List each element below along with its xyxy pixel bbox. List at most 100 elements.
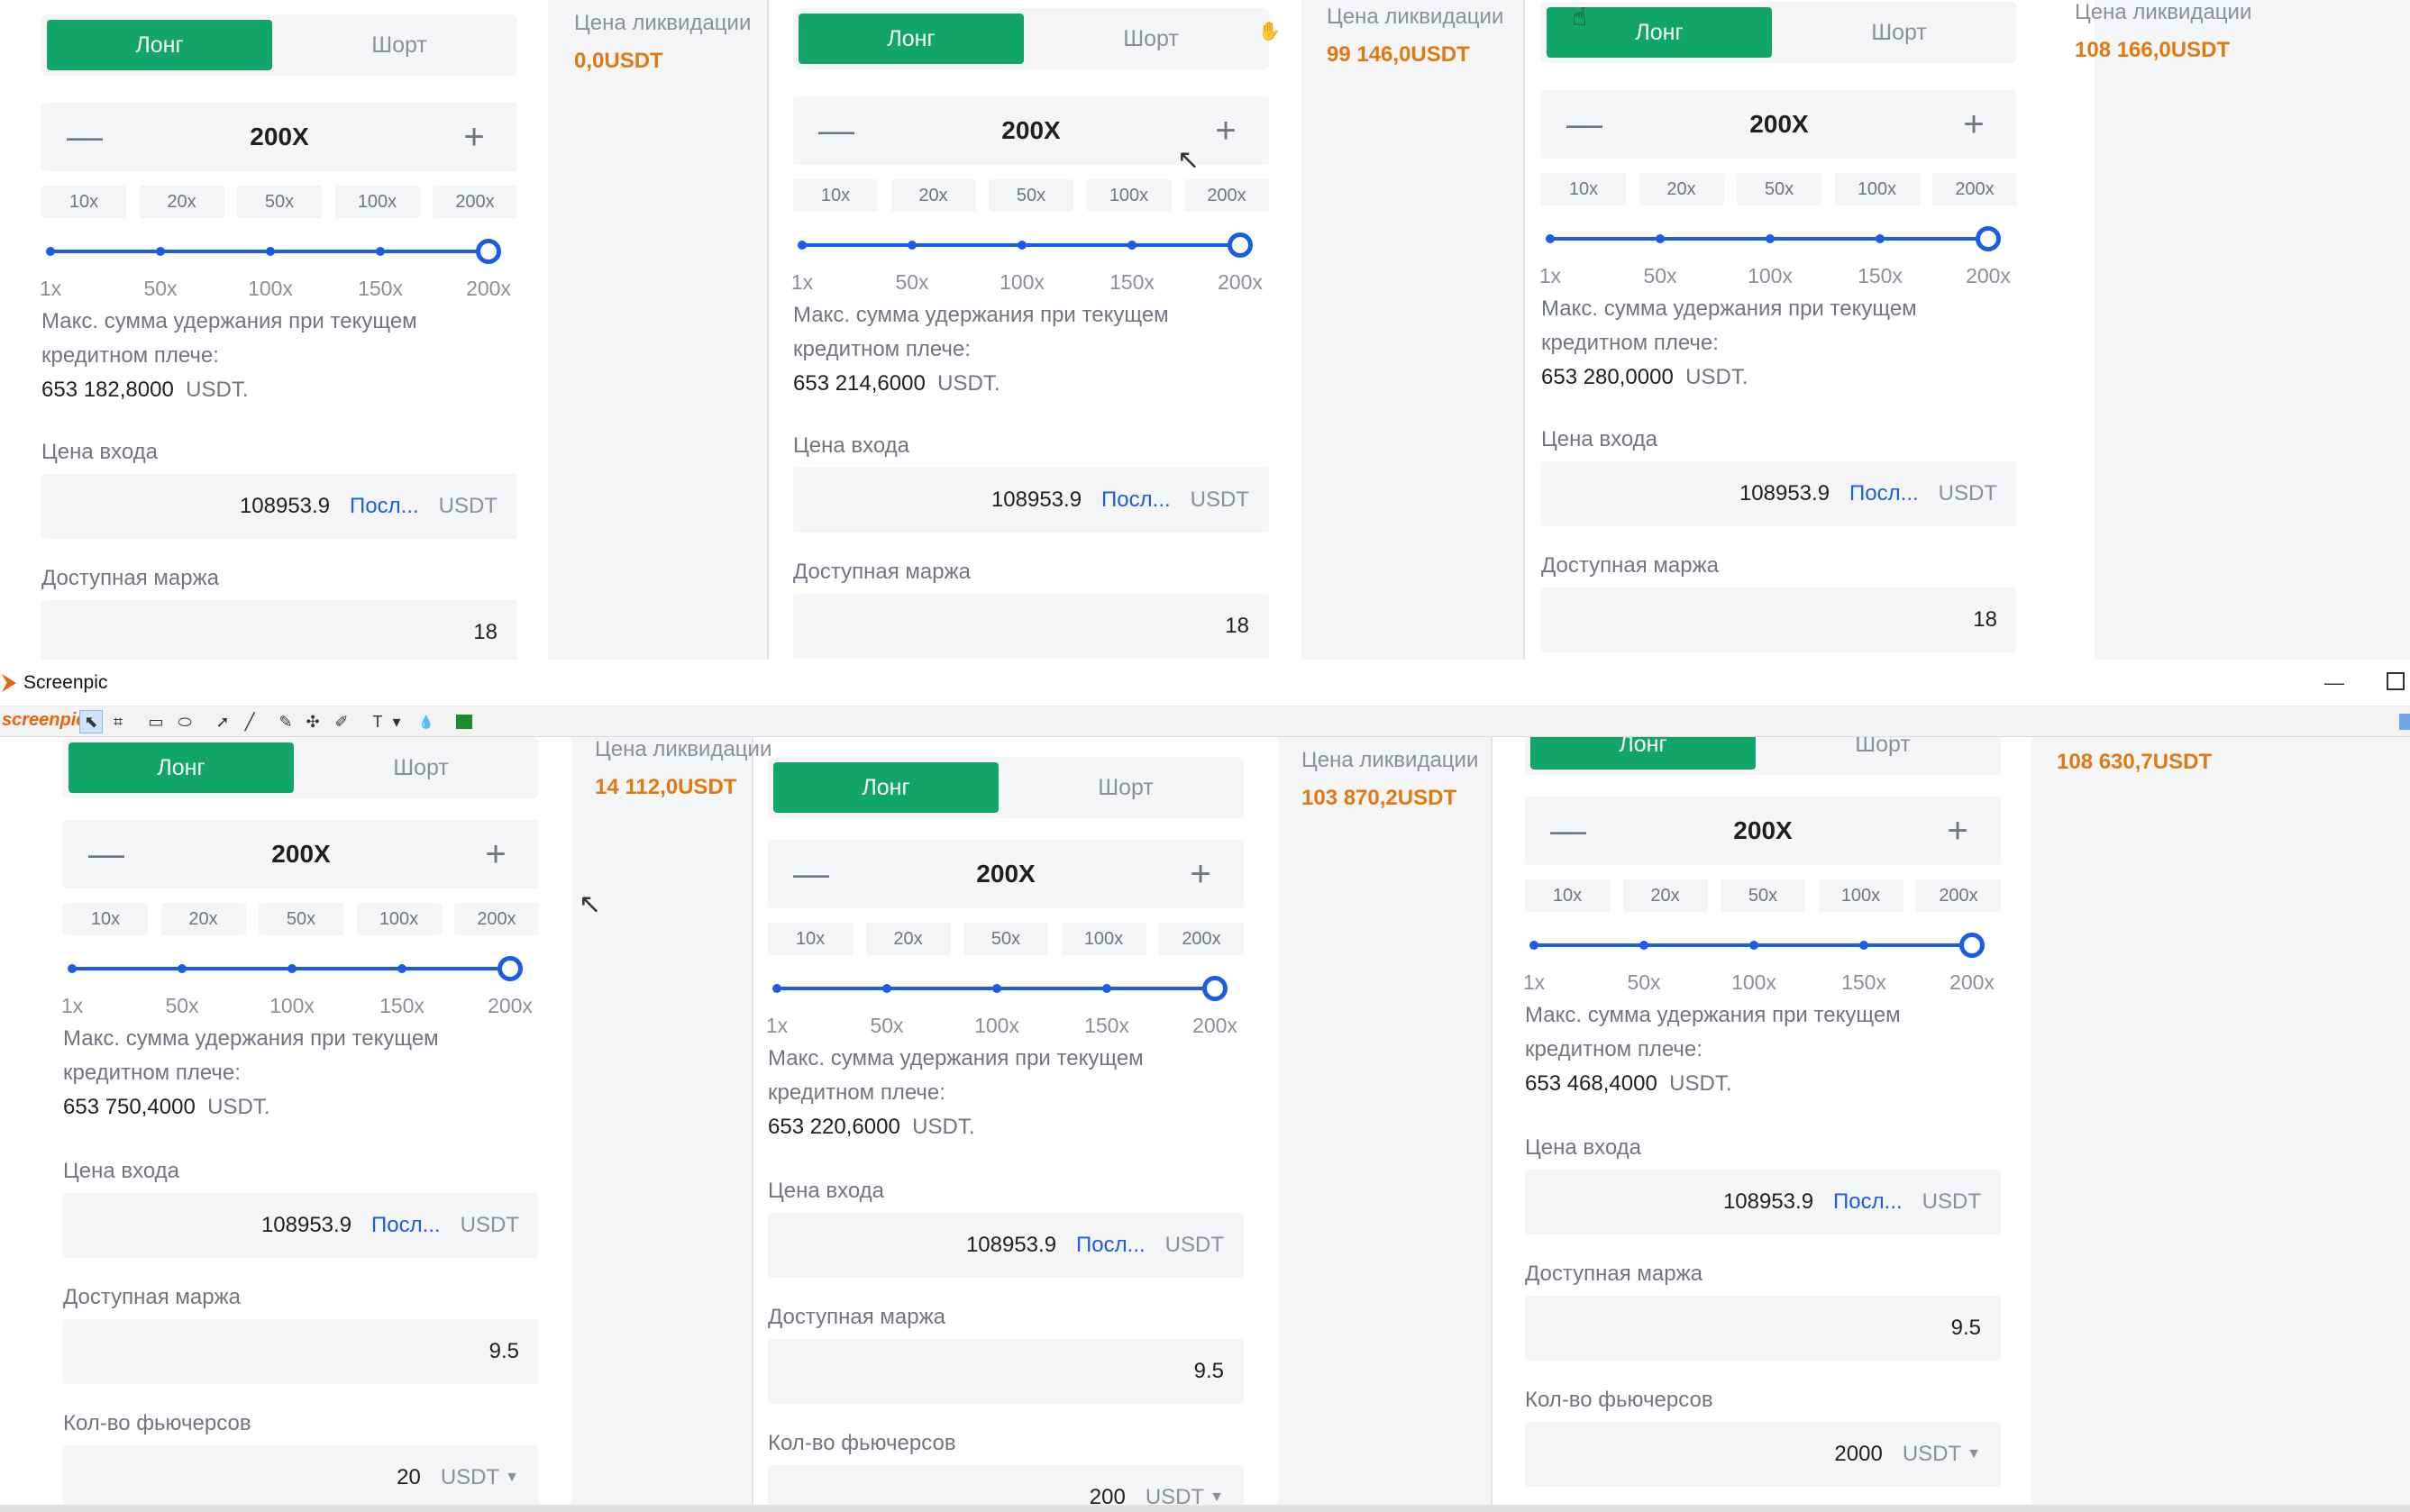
entry-price-input[interactable]: 108953.9 Посл... USDT xyxy=(793,468,1269,533)
preset-50x[interactable]: 50x xyxy=(237,186,322,218)
preset-200x[interactable]: 200x xyxy=(433,186,517,218)
leverage-increase-button[interactable]: + xyxy=(1938,90,2010,159)
tab-long[interactable]: Лонг xyxy=(799,14,1024,64)
preset-200x[interactable]: 200x xyxy=(1184,179,1269,212)
preset-200x[interactable]: 200x xyxy=(1916,879,2001,912)
slider-handle[interactable] xyxy=(476,239,501,264)
slider-handle[interactable] xyxy=(1202,976,1228,1001)
maximize-button[interactable] xyxy=(2387,672,2405,690)
preset-100x[interactable]: 100x xyxy=(334,186,420,218)
leverage-slider[interactable]: 1x 50x 100x 150x 200x xyxy=(40,227,517,300)
chevron-down-icon[interactable]: ▼ xyxy=(1967,1446,1981,1462)
preset-200x[interactable]: 200x xyxy=(1159,923,1244,955)
crop-tool-icon[interactable]: ⌗ xyxy=(106,710,130,733)
slider-handle[interactable] xyxy=(1228,232,1253,258)
futures-qty-unit-select[interactable]: USDT xyxy=(1146,1485,1204,1505)
leverage-increase-button[interactable]: + xyxy=(1190,96,1262,165)
tab-long[interactable]: Лонг xyxy=(68,742,294,793)
select-tool-icon[interactable]: ⬉ xyxy=(79,710,103,733)
tab-short[interactable]: Шорт xyxy=(287,20,512,70)
minimize-button[interactable]: — xyxy=(2316,665,2352,701)
preset-50x[interactable]: 50x xyxy=(963,923,1048,955)
preset-10x[interactable]: 10x xyxy=(768,923,853,955)
preset-100x[interactable]: 100x xyxy=(1086,179,1172,212)
futures-qty-input[interactable]: 200 USDT ▼ xyxy=(768,1465,1244,1505)
slider-handle[interactable] xyxy=(1959,933,1985,958)
tab-short[interactable]: Шорт xyxy=(1786,7,2012,58)
tab-short[interactable]: Шорт xyxy=(1038,14,1264,64)
margin-input[interactable]: 18 xyxy=(1541,587,2017,652)
entry-price-input[interactable]: 108953.9 Посл... USDT xyxy=(768,1213,1244,1278)
preset-200x[interactable]: 200x xyxy=(1932,173,2017,205)
side-panel-toggle-icon[interactable] xyxy=(2399,714,2410,730)
last-price-link[interactable]: Посл... xyxy=(350,494,419,519)
slider-handle[interactable] xyxy=(1976,226,2001,251)
text-tool-icon[interactable]: T xyxy=(366,710,389,733)
slider-handle[interactable] xyxy=(498,956,523,981)
preset-50x[interactable]: 50x xyxy=(1737,173,1821,205)
preset-50x[interactable]: 50x xyxy=(1721,879,1805,912)
margin-input[interactable]: 18 xyxy=(793,594,1269,659)
last-price-link[interactable]: Посл... xyxy=(1101,487,1171,513)
margin-input[interactable]: 9.5 xyxy=(1525,1296,2001,1361)
preset-20x[interactable]: 20x xyxy=(1639,173,1724,205)
preset-100x[interactable]: 100x xyxy=(1834,173,1920,205)
preset-20x[interactable]: 20x xyxy=(160,903,246,935)
entry-price-input[interactable]: 108953.9 Посл... USDT xyxy=(63,1193,539,1258)
last-price-link[interactable]: Посл... xyxy=(1849,481,1919,506)
tab-long[interactable]: Лонг xyxy=(773,762,999,813)
futures-qty-unit-select[interactable]: USDT xyxy=(441,1465,499,1490)
tab-long[interactable]: Лонг xyxy=(1530,737,1756,770)
entry-price-input[interactable]: 108953.9 Посл... USDT xyxy=(1541,461,2017,526)
leverage-increase-button[interactable]: + xyxy=(438,103,510,171)
preset-20x[interactable]: 20x xyxy=(1622,879,1708,912)
leverage-increase-button[interactable]: + xyxy=(1922,797,1994,865)
preset-100x[interactable]: 100x xyxy=(356,903,442,935)
leverage-slider[interactable]: 1x 50x 100x 150x 200x xyxy=(791,221,1269,294)
tab-short[interactable]: Шорт xyxy=(1013,762,1238,813)
entry-price-input[interactable]: 108953.9 Посл... USDT xyxy=(41,474,517,539)
chevron-down-icon[interactable]: ▼ xyxy=(505,1470,519,1486)
chevron-down-icon[interactable]: ▼ xyxy=(1210,1489,1224,1505)
leverage-slider[interactable]: 1x 50x 100x 150x 200x xyxy=(61,944,539,1017)
numbering-tool-icon[interactable]: ✣ xyxy=(301,710,324,733)
preset-10x[interactable]: 10x xyxy=(1525,879,1610,912)
tab-short[interactable]: Шорт xyxy=(1770,737,1995,770)
preset-50x[interactable]: 50x xyxy=(259,903,343,935)
preset-10x[interactable]: 10x xyxy=(793,179,878,212)
last-price-link[interactable]: Посл... xyxy=(1833,1189,1903,1215)
leverage-slider[interactable]: 1x 50x 100x 150x 200x xyxy=(766,964,1244,1037)
arrow-tool-icon[interactable]: ➚ xyxy=(211,710,234,733)
ellipse-tool-icon[interactable]: ⬭ xyxy=(173,710,196,733)
preset-20x[interactable]: 20x xyxy=(139,186,224,218)
margin-input[interactable]: 18 xyxy=(41,600,517,660)
color-picker-icon[interactable] xyxy=(456,715,472,729)
line-tool-icon[interactable]: ╱ xyxy=(238,710,261,733)
preset-10x[interactable]: 10x xyxy=(41,186,126,218)
tab-long[interactable]: Лонг xyxy=(47,20,272,70)
last-price-link[interactable]: Посл... xyxy=(1076,1233,1146,1258)
leverage-increase-button[interactable]: + xyxy=(1164,840,1237,908)
last-price-link[interactable]: Посл... xyxy=(371,1213,441,1238)
futures-qty-unit-select[interactable]: USDT xyxy=(1903,1442,1961,1467)
pencil-tool-icon[interactable]: ✎ xyxy=(274,710,297,733)
leverage-slider[interactable]: 1x 50x 100x 150x 200x xyxy=(1523,921,2001,994)
preset-100x[interactable]: 100x xyxy=(1061,923,1146,955)
rectangle-tool-icon[interactable]: ▭ xyxy=(144,710,168,733)
entry-price-input[interactable]: 108953.9 Посл... USDT xyxy=(1525,1170,2001,1234)
margin-input[interactable]: 9.5 xyxy=(63,1319,539,1384)
preset-200x[interactable]: 200x xyxy=(454,903,539,935)
preset-20x[interactable]: 20x xyxy=(890,179,976,212)
preset-10x[interactable]: 10x xyxy=(63,903,148,935)
text-dropdown-icon[interactable]: ▾ xyxy=(389,710,404,733)
futures-qty-input[interactable]: 20 USDT ▼ xyxy=(63,1445,539,1505)
futures-qty-input[interactable]: 2000 USDT ▼ xyxy=(1525,1422,2001,1487)
leverage-increase-button[interactable]: + xyxy=(460,820,532,888)
preset-20x[interactable]: 20x xyxy=(865,923,951,955)
blur-tool-icon[interactable]: 💧 xyxy=(415,710,438,733)
leverage-slider[interactable]: 1x 50x 100x 150x 200x xyxy=(1539,214,2017,287)
preset-100x[interactable]: 100x xyxy=(1818,879,1903,912)
preset-10x[interactable]: 10x xyxy=(1541,173,1626,205)
tab-short[interactable]: Шорт xyxy=(308,742,534,793)
marker-tool-icon[interactable]: ✐ xyxy=(330,710,353,733)
